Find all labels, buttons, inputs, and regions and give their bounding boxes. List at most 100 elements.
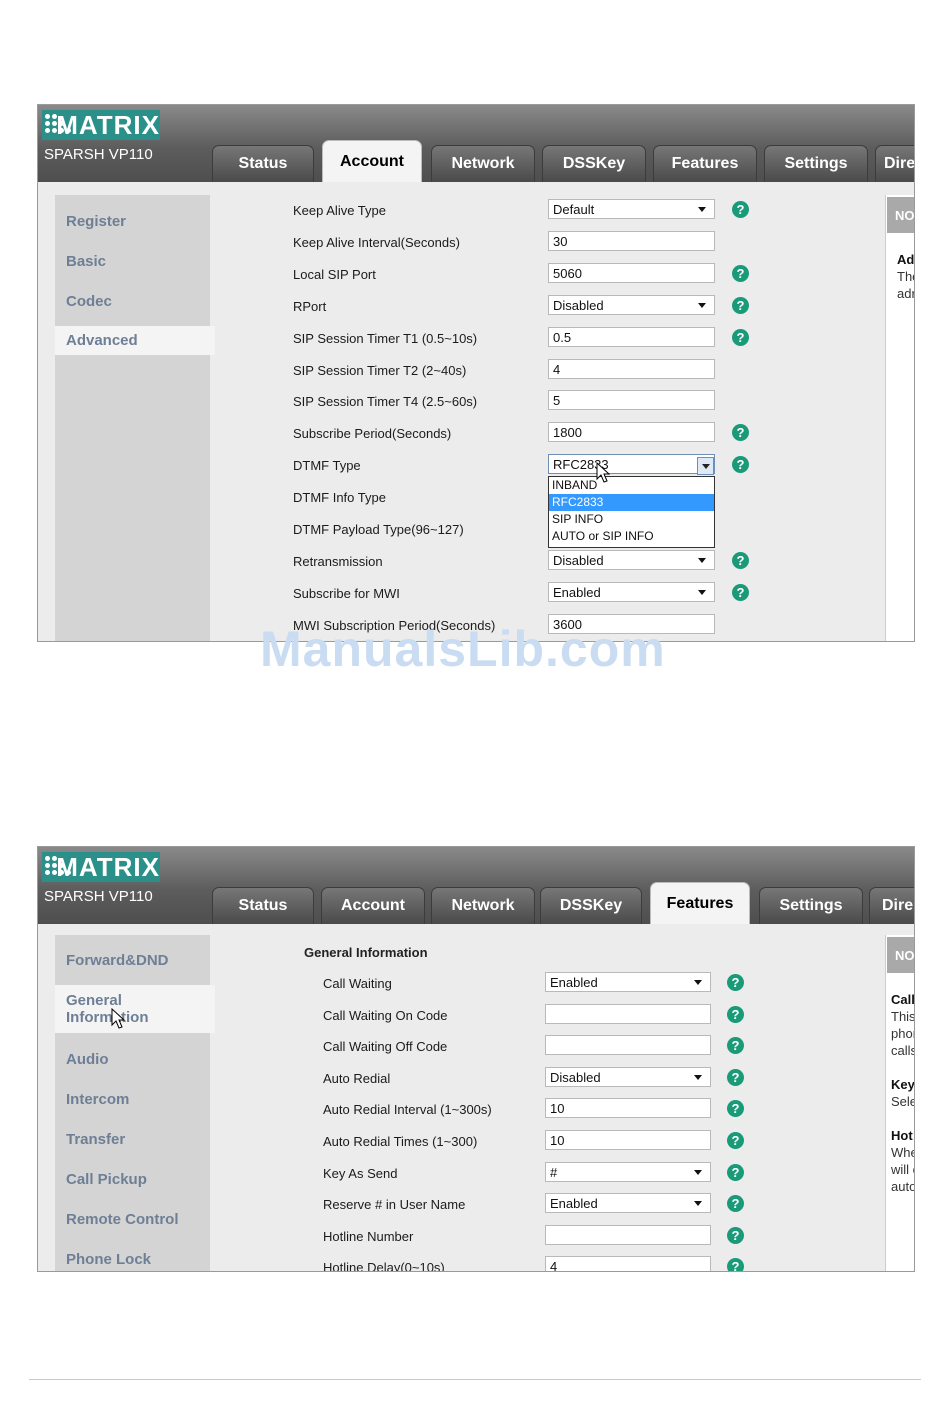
tab-network[interactable]: Network <box>431 145 535 182</box>
help-icon[interactable]: ? <box>727 1100 744 1118</box>
field-label-key-as-send: Key As Send <box>323 1165 398 1181</box>
tab-account[interactable]: Account <box>321 887 425 924</box>
dtmf-option-sip-info[interactable]: SIP INFO <box>549 511 714 528</box>
notes-text: will c <box>891 1162 914 1177</box>
notes-text: Sele <box>891 1094 915 1109</box>
notes-text: Call <box>891 992 915 1007</box>
brand-name: MATRIX <box>56 851 160 882</box>
tab-status[interactable]: Status <box>212 887 314 924</box>
sidebar-item-audio[interactable]: Audio <box>55 1051 210 1068</box>
input-subscribe-period-seconds[interactable]: 1800 <box>548 422 715 443</box>
field-label-auto-redial: Auto Redial <box>323 1070 391 1086</box>
sidebar-item-label: Information <box>66 1009 149 1026</box>
input-sip-session-timer-t2-2-40s[interactable]: 4 <box>548 358 715 379</box>
tab-account[interactable]: Account <box>322 140 422 182</box>
matrix-logo: MATRIX <box>42 852 160 882</box>
help-icon[interactable]: ? <box>732 456 749 474</box>
field-label-keep-alive-type: Keep Alive Type <box>293 203 386 218</box>
watermark-text: ManualsLib.com <box>260 621 666 677</box>
select-key-as-send[interactable]: # <box>545 1161 711 1182</box>
help-icon[interactable]: ? <box>727 1005 744 1023</box>
input-call-waiting-off-code[interactable] <box>545 1035 711 1056</box>
dtmf-dropdown-arrow[interactable] <box>697 457 714 475</box>
tab-settings[interactable]: Settings <box>764 145 868 182</box>
header-bar: MATRIX SPARSH VP110 Status Account Netwo… <box>38 105 914 182</box>
input-auto-redial-times-1-300[interactable]: 10 <box>545 1130 711 1150</box>
help-icon[interactable]: ? <box>727 1037 744 1055</box>
page-divider <box>29 1379 921 1380</box>
sidebar-item-general-information[interactable]: General Information <box>55 985 215 1033</box>
input-auto-redial-interval-1-300s[interactable]: 10 <box>545 1098 711 1119</box>
sidebar-item-basic[interactable]: Basic <box>55 253 210 270</box>
select-keep-alive-type[interactable]: Default <box>548 199 715 219</box>
tab-directory[interactable]: Dire <box>869 887 914 924</box>
tab-dsskey[interactable]: DSSKey <box>542 145 646 182</box>
tab-status[interactable]: Status <box>212 145 314 182</box>
help-icon[interactable]: ? <box>727 1132 744 1149</box>
notes-text: This <box>891 1009 915 1024</box>
dtmf-option-auto-or-sip-info[interactable]: AUTO or SIP INFO <box>549 528 714 545</box>
tab-network[interactable]: Network <box>431 887 535 924</box>
help-icon[interactable]: ? <box>732 424 749 442</box>
field-label-sip-session-timer-t4-2-5-60s: SIP Session Timer T4 (2.5~60s) <box>293 394 478 410</box>
notes-text: auto <box>891 1179 915 1194</box>
sidebar-item-transfer[interactable]: Transfer <box>55 1131 210 1148</box>
select-auto-redial[interactable]: Disabled <box>545 1066 711 1087</box>
input-hotline-number[interactable] <box>545 1224 711 1245</box>
sidebar-item-phone-lock[interactable]: Phone Lock <box>55 1251 210 1268</box>
notes-text: Whe <box>891 1145 914 1160</box>
tab-dsskey[interactable]: DSSKey <box>540 887 642 924</box>
help-icon[interactable]: ? <box>732 551 749 569</box>
help-icon[interactable]: ? <box>727 974 744 991</box>
help-icon[interactable]: ? <box>732 201 749 218</box>
field-label-sip-session-timer-t2-2-40s: SIP Session Timer T2 (2~40s) <box>293 362 467 378</box>
mouse-pointer-icon <box>596 462 610 483</box>
notes-panel-header: NO <box>887 197 914 233</box>
sidebar-item-remote-control[interactable]: Remote Control <box>55 1211 210 1228</box>
field-label-auto-redial-interval-1-300s: Auto Redial Interval (1~300s) <box>323 1102 492 1118</box>
help-icon[interactable]: ? <box>727 1163 744 1181</box>
field-label-call-waiting-on-code: Call Waiting On Code <box>323 1007 448 1023</box>
dtmf-options-list[interactable]: INBAND RFC2833 SIP INFO AUTO or SIP INFO <box>548 476 715 548</box>
tab-settings[interactable]: Settings <box>759 887 863 924</box>
field-label-dtmf-payload-type-96-127: DTMF Payload Type(96~127) <box>293 522 464 537</box>
input-call-waiting-on-code[interactable] <box>545 1003 711 1024</box>
field-label-auto-redial-times-1-300: Auto Redial Times (1~300) <box>323 1134 478 1149</box>
dtmf-option-inband[interactable]: INBAND <box>549 477 714 494</box>
help-icon[interactable]: ? <box>727 1195 744 1213</box>
field-label-sip-session-timer-t1-0-5-10s: SIP Session Timer T1 (0.5~10s) <box>293 330 478 346</box>
input-sip-session-timer-t4-2-5-60s[interactable]: 5 <box>548 390 715 411</box>
tab-directory[interactable]: Dire <box>875 145 914 182</box>
tab-features[interactable]: Features <box>653 145 757 182</box>
select-rport[interactable]: Disabled <box>548 294 715 315</box>
help-icon[interactable]: ? <box>727 1068 744 1086</box>
select-reserve-in-user-name[interactable]: Enabled <box>545 1193 711 1214</box>
sidebar-item-forward-dnd[interactable]: Forward&DND <box>55 952 210 969</box>
sidebar-item-advanced[interactable]: Advanced <box>55 326 215 355</box>
sidebar-item-codec[interactable]: Codec <box>55 293 210 310</box>
help-icon[interactable]: ? <box>732 583 749 601</box>
sidebar-item-register[interactable]: Register <box>55 213 210 230</box>
sidebar-item-call-pickup[interactable]: Call Pickup <box>55 1171 210 1188</box>
field-label-dtmf-type: DTMF Type <box>293 458 361 474</box>
input-keep-alive-interval-seconds[interactable]: 30 <box>548 230 715 251</box>
tab-features[interactable]: Features <box>650 882 750 924</box>
help-icon[interactable]: ? <box>732 296 749 314</box>
sidebar-item-intercom[interactable]: Intercom <box>55 1091 210 1108</box>
input-local-sip-port[interactable]: 5060 <box>548 262 715 283</box>
help-icon[interactable]: ? <box>732 264 749 282</box>
notes-text: Key <box>891 1077 915 1092</box>
select-dtmf-type[interactable]: RFC2833 <box>548 454 715 475</box>
field-label-call-waiting: Call Waiting <box>323 976 392 991</box>
header-bar: MATRIX SPARSH VP110 Status Account Netwo… <box>38 847 914 924</box>
select-subscribe-for-mwi[interactable]: Enabled <box>548 581 715 602</box>
brand-name: MATRIX <box>56 109 160 140</box>
select-retransmission[interactable]: Disabled <box>548 549 715 570</box>
help-icon[interactable]: ? <box>727 1258 744 1271</box>
input-hotline-delay-0-10s[interactable]: 4 <box>545 1256 711 1271</box>
help-icon[interactable]: ? <box>732 328 749 346</box>
select-call-waiting[interactable]: Enabled <box>545 972 711 992</box>
help-icon[interactable]: ? <box>727 1226 744 1244</box>
dtmf-option-rfc2833[interactable]: RFC2833 <box>549 494 714 511</box>
input-sip-session-timer-t1-0-5-10s[interactable]: 0.5 <box>548 326 715 347</box>
